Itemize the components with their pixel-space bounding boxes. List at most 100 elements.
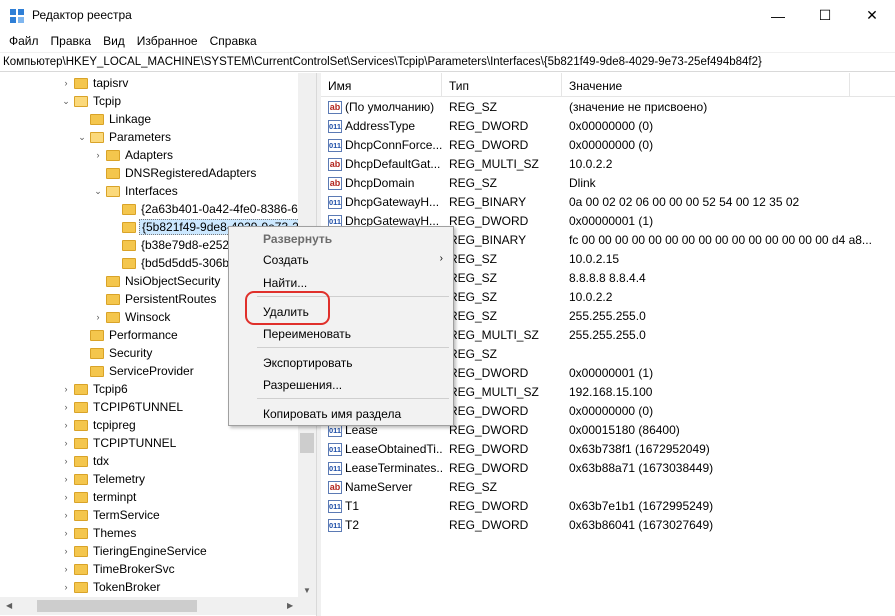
tree-item[interactable]: › terminpt xyxy=(60,488,138,506)
window-title: Редактор реестра xyxy=(32,8,132,22)
chevron-right-icon[interactable]: › xyxy=(60,434,72,452)
list-item[interactable]: 011 T2 REG_DWORD 0x63b86041 (1673027649) xyxy=(321,516,895,535)
tree-item[interactable]: ⌄ Interfaces xyxy=(92,182,180,200)
value-data: (значение не присвоено) xyxy=(569,100,708,114)
chevron-right-icon[interactable]: › xyxy=(60,74,72,92)
minimize-button[interactable]: — xyxy=(755,0,801,31)
tree-item[interactable]: › Adapters xyxy=(92,146,175,164)
chevron-right-icon[interactable]: › xyxy=(60,578,72,596)
tree-item[interactable]: ServiceProvider xyxy=(76,362,196,380)
tree-item[interactable]: Linkage xyxy=(76,110,153,128)
list-item[interactable]: ab NameServer REG_SZ xyxy=(321,478,895,497)
menu-file[interactable]: Файл xyxy=(3,31,45,51)
chevron-right-icon[interactable]: › xyxy=(60,470,72,488)
address-bar[interactable]: Компьютер\HKEY_LOCAL_MACHINE\SYSTEM\Curr… xyxy=(0,52,895,72)
tree-item[interactable]: PersistentRoutes xyxy=(92,290,218,308)
scroll-left-arrow-icon[interactable]: ◀ xyxy=(6,601,12,610)
list-item[interactable]: ab DhcpDomain REG_SZ Dlink xyxy=(321,174,895,193)
value-data: 0x63b86041 (1673027649) xyxy=(569,518,714,532)
tree-item[interactable]: › Winsock xyxy=(92,308,172,326)
chevron-right-icon[interactable]: › xyxy=(60,452,72,470)
menu-view[interactable]: Вид xyxy=(97,31,131,51)
value-data: Dlink xyxy=(569,176,596,190)
value-type: REG_SZ xyxy=(449,176,498,190)
list-item[interactable]: 011 AddressType REG_DWORD 0x00000000 (0) xyxy=(321,117,895,136)
value-data: 0x00000000 (0) xyxy=(569,138,654,152)
menu-help[interactable]: Справка xyxy=(204,31,263,51)
value-type: REG_DWORD xyxy=(449,214,529,228)
menu-item-copy-key-name[interactable]: Копировать имя раздела xyxy=(229,403,453,425)
menu-edit[interactable]: Правка xyxy=(45,31,98,51)
tree-item-label: ServiceProvider xyxy=(109,364,194,378)
tree-item-label: TCPIPTUNNEL xyxy=(93,436,177,450)
tree-item-label: TieringEngineService xyxy=(93,544,207,558)
tree-item-label: Adapters xyxy=(125,148,174,162)
chevron-right-icon[interactable]: › xyxy=(60,542,72,560)
tree-item[interactable]: › Telemetry xyxy=(60,470,147,488)
chevron-right-icon[interactable]: › xyxy=(60,524,72,542)
tree-item[interactable]: Performance xyxy=(76,326,180,344)
chevron-right-icon[interactable]: › xyxy=(60,380,72,398)
tree-item[interactable]: › TCPIPTUNNEL xyxy=(60,434,178,452)
list-item[interactable]: 011 DhcpGatewayH... REG_BINARY 0a 00 02 02 … xyxy=(321,193,895,212)
value-data: 0x00000001 (1) xyxy=(569,366,654,380)
list-item[interactable]: 011 LeaseTerminates... REG_DWORD 0x63b88a71… xyxy=(321,459,895,478)
value-type: REG_SZ xyxy=(449,100,498,114)
column-type[interactable]: Тип xyxy=(442,73,562,97)
tree-item[interactable]: NsiObjectSecurity xyxy=(92,272,222,290)
column-name[interactable]: Имя xyxy=(321,73,442,97)
tree-item-label: Security xyxy=(109,346,153,360)
column-value[interactable]: Значение xyxy=(562,73,850,97)
tree-item[interactable]: › TieringEngineService xyxy=(60,542,209,560)
chevron-down-icon[interactable]: ⌄ xyxy=(60,92,72,110)
close-button[interactable]: ✕ xyxy=(849,0,895,31)
menu-item-rename[interactable]: Переименовать xyxy=(229,323,453,345)
scroll-right-arrow-icon[interactable]: ▶ xyxy=(287,601,293,610)
tree-item[interactable]: {bd5d5dd5-306b xyxy=(108,254,231,272)
menu-item-export[interactable]: Экспортировать xyxy=(229,352,453,374)
value-type: REG_DWORD xyxy=(449,423,529,437)
tree-item[interactable]: › tcpipreg xyxy=(60,416,138,434)
maximize-button[interactable]: ☐ xyxy=(802,0,848,31)
chevron-right-icon[interactable]: › xyxy=(92,308,104,326)
tree-item[interactable]: › TimeBrokerSvc xyxy=(60,560,177,578)
chevron-right-icon[interactable]: › xyxy=(60,398,72,416)
chevron-right-icon[interactable]: › xyxy=(60,416,72,434)
tree-scroll-thumb[interactable] xyxy=(300,433,314,453)
tree-horizontal-scroll-thumb[interactable] xyxy=(37,600,197,612)
tree-item[interactable]: DNSRegisteredAdapters xyxy=(92,164,258,182)
chevron-right-icon[interactable]: › xyxy=(60,488,72,506)
list-item[interactable]: 011 LeaseObtainedTi... REG_DWORD 0x63b738f1… xyxy=(321,440,895,459)
list-item[interactable]: 011 T1 REG_DWORD 0x63b7e1b1 (1672995249) xyxy=(321,497,895,516)
list-item[interactable]: ab DhcpDefaultGat... REG_MULTI_SZ 10.0.2.2 xyxy=(321,155,895,174)
tree-item[interactable]: › tdx xyxy=(60,452,111,470)
chevron-down-icon[interactable]: ⌄ xyxy=(92,182,104,200)
tree-item[interactable]: › TCPIP6TUNNEL xyxy=(60,398,185,416)
chevron-down-icon[interactable]: ⌄ xyxy=(76,128,88,146)
tree-item[interactable]: › TermService xyxy=(60,506,162,524)
folder-icon xyxy=(106,167,120,179)
menu-favorites[interactable]: Избранное xyxy=(131,31,204,51)
menu-item-create[interactable]: Создать › xyxy=(229,249,453,271)
menu-item-expand[interactable]: Развернуть xyxy=(229,228,453,250)
list-item[interactable]: ab (По умолчанию) REG_SZ (значение не присв… xyxy=(321,98,895,117)
value-type: REG_SZ xyxy=(449,480,498,494)
tree-item[interactable]: {2a63b401-0a42-4fe0-8386-60 xyxy=(108,200,306,218)
tree-item[interactable]: › TokenBroker xyxy=(60,578,162,596)
scroll-down-arrow-icon[interactable]: ▼ xyxy=(303,586,311,595)
tree-item[interactable]: ⌄ Tcpip xyxy=(60,92,123,110)
tree-item[interactable]: › tapisrv xyxy=(60,74,130,92)
chevron-right-icon[interactable]: › xyxy=(60,506,72,524)
menu-item-permissions[interactable]: Разрешения... xyxy=(229,374,453,396)
tree-item[interactable]: ⌄ Parameters xyxy=(76,128,173,146)
tree-item[interactable]: › Tcpip6 xyxy=(60,380,130,398)
value-name: NameServer xyxy=(345,480,413,494)
value-type: REG_BINARY xyxy=(449,233,527,247)
tree-item[interactable]: Security xyxy=(76,344,154,362)
chevron-right-icon[interactable]: › xyxy=(92,146,104,164)
tree-item[interactable]: {b38e79d8-e252- xyxy=(108,236,235,254)
chevron-right-icon[interactable]: › xyxy=(60,560,72,578)
context-menu: Развернуть Создать › Найти... Удалить Пе… xyxy=(228,226,454,426)
tree-item[interactable]: › Themes xyxy=(60,524,138,542)
list-item[interactable]: 011 DhcpConnForce... REG_DWORD 0x00000000 (… xyxy=(321,136,895,155)
